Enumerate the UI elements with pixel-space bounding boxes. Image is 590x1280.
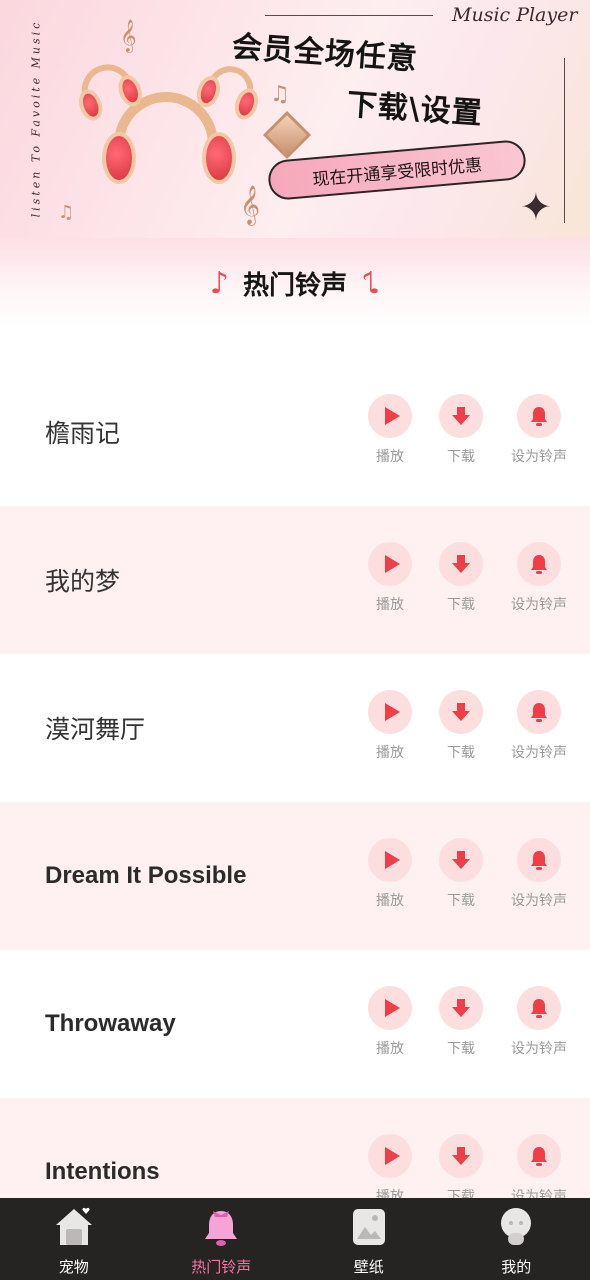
download-label: 下载 (447, 893, 475, 909)
bell-icon (531, 1147, 547, 1166)
ringtone-list: 檐雨记 播放 下载 设为铃声 我的梦 播放 下载 设为铃声 漠河舞厅 播放 下载… (0, 358, 590, 1246)
nav-item-ringtones[interactable]: 热门铃声 (148, 1198, 296, 1280)
download-label: 下载 (447, 745, 475, 761)
play-icon (384, 999, 400, 1017)
bell-icon (531, 703, 547, 722)
music-clef-icon: 𝄞 (240, 185, 261, 225)
play-button[interactable]: 播放 (350, 986, 430, 1058)
bell-icon (531, 999, 547, 1018)
download-icon (452, 851, 470, 869)
banner-divider (265, 15, 433, 16)
download-button[interactable]: 下载 (421, 1134, 501, 1206)
list-item: 漠河舞厅 播放 下载 设为铃声 (0, 654, 590, 802)
nav-label: 壁纸 (353, 1258, 384, 1276)
download-button[interactable]: 下载 (421, 986, 501, 1058)
play-button[interactable]: 播放 (350, 542, 430, 614)
profile-icon (501, 1208, 532, 1245)
download-button[interactable]: 下载 (421, 394, 501, 466)
download-icon (452, 703, 470, 721)
diamond-icon (262, 110, 312, 160)
app-screen: listen To Favoite Music Music Player 𝄞 𝄞… (0, 0, 590, 1280)
play-label: 播放 (376, 597, 404, 613)
download-icon (452, 407, 470, 425)
download-button[interactable]: 下载 (421, 542, 501, 614)
set-ringtone-button[interactable]: 设为铃声 (499, 542, 579, 614)
nav-label: 我的 (501, 1258, 532, 1276)
set-ringtone-button[interactable]: 设为铃声 (499, 1134, 579, 1206)
set-ringtone-button[interactable]: 设为铃声 (499, 690, 579, 762)
banner-side-text: listen To Favoite Music (29, 19, 43, 218)
set-ringtone-label: 设为铃声 (511, 1041, 567, 1057)
play-icon (384, 1147, 400, 1165)
set-ringtone-label: 设为铃声 (511, 597, 567, 613)
bell-icon (531, 851, 547, 870)
nav-label: 宠物 (58, 1258, 89, 1276)
play-button[interactable]: 播放 (350, 838, 430, 910)
list-item: 我的梦 播放 下载 设为铃声 (0, 506, 590, 654)
nav-item-pets[interactable]: 宠物 (0, 1198, 148, 1280)
picture-icon (352, 1209, 385, 1245)
music-clef-icon: ♫ (58, 202, 75, 223)
banner-headline-2: 下载\设置 (345, 87, 484, 132)
set-ringtone-button[interactable]: 设为铃声 (499, 986, 579, 1058)
play-button[interactable]: 播放 (350, 394, 430, 466)
set-ringtone-label: 设为铃声 (511, 449, 567, 465)
song-title: 檐雨记 (45, 420, 121, 448)
download-icon (452, 1147, 470, 1165)
download-icon (452, 999, 470, 1017)
set-ringtone-label: 设为铃声 (511, 745, 567, 761)
bell-icon (205, 1211, 238, 1246)
set-ringtone-button[interactable]: 设为铃声 (499, 394, 579, 466)
play-label: 播放 (376, 449, 404, 465)
banner-vertical-line (564, 58, 565, 223)
nav-item-wallpaper[interactable]: 壁纸 (295, 1198, 443, 1280)
play-label: 播放 (376, 745, 404, 761)
sparkle-icon: ✦ (520, 185, 552, 229)
download-label: 下载 (447, 597, 475, 613)
section-title: 热门铃声 (242, 270, 347, 301)
promo-banner[interactable]: listen To Favoite Music Music Player 𝄞 𝄞… (0, 0, 590, 238)
play-icon (384, 703, 400, 721)
banner-brand: Music Player (452, 4, 578, 26)
nav-item-me[interactable]: 我的 (443, 1198, 590, 1280)
promo-pill[interactable]: 现在开通享受限时优惠 (266, 138, 528, 202)
download-button[interactable]: 下载 (421, 690, 501, 762)
play-button[interactable]: 播放 (350, 690, 430, 762)
bell-icon (531, 555, 547, 574)
song-title: 我的梦 (45, 568, 121, 596)
play-icon (384, 851, 400, 869)
play-icon (384, 555, 400, 573)
play-label: 播放 (376, 1041, 404, 1057)
set-ringtone-button[interactable]: 设为铃声 (499, 838, 579, 910)
music-clef-icon: 𝄞 (120, 19, 137, 52)
bottom-nav: 宠物 热门铃声 壁纸 我的 (0, 1198, 590, 1280)
download-icon (452, 555, 470, 573)
section-header: ♪ 热门铃声 ♪ (0, 238, 590, 328)
set-ringtone-label: 设为铃声 (511, 893, 567, 909)
song-title: Throwaway (45, 1010, 176, 1037)
download-label: 下载 (447, 449, 475, 465)
bell-icon (531, 407, 547, 426)
banner-headline-1: 会员全场任意 (230, 29, 419, 78)
download-button[interactable]: 下载 (421, 838, 501, 910)
play-icon (384, 407, 400, 425)
song-title: 漠河舞厅 (45, 716, 146, 744)
song-title: Dream It Possible (45, 862, 247, 889)
music-note-icon: ♪ (209, 265, 229, 301)
house-icon (55, 1207, 92, 1245)
nav-label: 热门铃声 (191, 1258, 252, 1276)
download-label: 下载 (447, 1041, 475, 1057)
list-item: Throwaway 播放 下载 设为铃声 (0, 950, 590, 1098)
list-item: 檐雨记 播放 下载 设为铃声 (0, 358, 590, 506)
music-clef-icon: ♫ (270, 82, 290, 107)
play-button[interactable]: 播放 (350, 1134, 430, 1206)
list-item: Dream It Possible 播放 下载 设为铃声 (0, 802, 590, 950)
play-label: 播放 (376, 893, 404, 909)
music-note-icon: ♪ (361, 265, 381, 301)
